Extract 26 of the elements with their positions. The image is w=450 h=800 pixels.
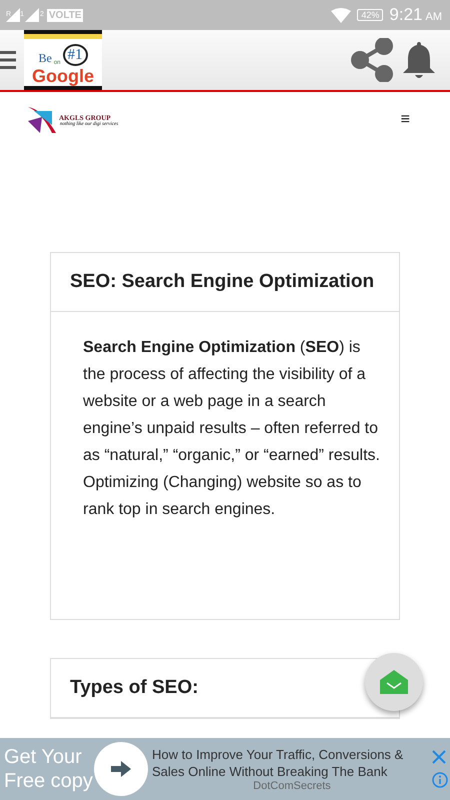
signal-icon	[6, 8, 20, 22]
ad-cta-text: Get Your Free copy	[3, 745, 94, 793]
share-icon[interactable]	[350, 38, 394, 82]
ad-banner[interactable]: Get Your Free copy How to Improve Your Traffic, Conversions & Sales Online Without Breaking The Bank DotComSecrets	[0, 738, 450, 800]
battery-indicator: 42%	[357, 9, 384, 21]
signal-icon	[24, 8, 39, 22]
arrow-icon	[111, 761, 131, 777]
logo-icon	[26, 105, 58, 135]
logo-text: Google	[32, 66, 94, 86]
volte-badge: VOLTE	[46, 8, 84, 22]
menu-button[interactable]: ≡	[400, 111, 410, 129]
menu-icon[interactable]	[0, 48, 16, 72]
wifi-icon	[331, 8, 352, 22]
clock-period: AM	[426, 11, 442, 23]
clock: 9:21	[389, 5, 422, 25]
logo-text: Be	[38, 51, 52, 66]
bell-icon[interactable]	[402, 40, 436, 80]
envelope-icon	[380, 670, 408, 694]
ad-arrow-button[interactable]	[94, 742, 148, 796]
card-title: SEO: Search Engine Optimization	[70, 271, 374, 293]
ad-advertiser: DotComSecrets	[253, 780, 331, 792]
mail-button[interactable]	[365, 653, 423, 711]
card-paragraph: Search Engine Optimization (SEO) is the process of affecting the visibility of a website or a web page in a search engine’s unpaid results – often referred to as “natural,” “organic,” or “earned” results. Optimizing (Changing) website so as to rank top in search engines.	[82, 338, 381, 520]
card-title: Types of SEO:	[70, 677, 198, 699]
ad-headline: How to Improve Your Traffic, Conversions & Sales Online Without Breaking The Bank	[152, 746, 404, 780]
logo-number: #1	[62, 44, 88, 66]
